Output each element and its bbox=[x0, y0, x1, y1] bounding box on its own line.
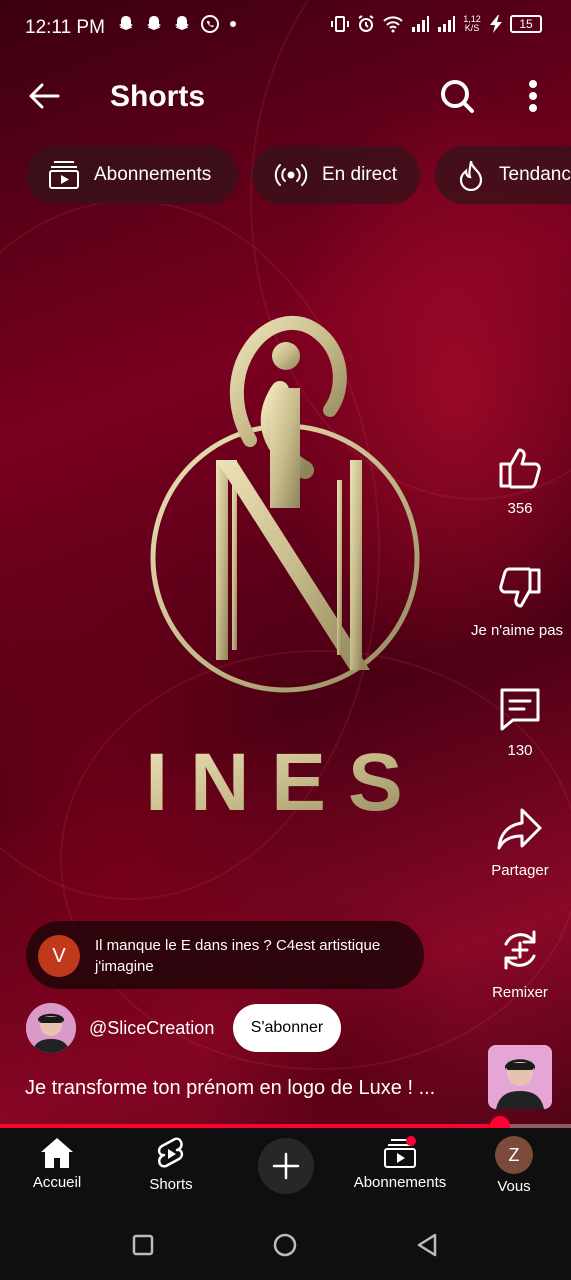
bottom-navigation: Accueil Shorts Abonnements Z Vous bbox=[0, 1128, 571, 1208]
share-icon bbox=[497, 808, 542, 850]
page-title: Shorts bbox=[110, 80, 206, 113]
share-button[interactable]: Partager bbox=[470, 806, 570, 879]
system-navigation-bar bbox=[0, 1208, 571, 1280]
channel-name[interactable]: @SliceCreation bbox=[89, 1018, 214, 1039]
chip-trending[interactable]: Tendances bbox=[435, 146, 571, 204]
nav-label: Accueil bbox=[32, 1174, 82, 1191]
chip-live[interactable]: En direct bbox=[252, 146, 420, 204]
dislike-label: Je n'aime pas bbox=[470, 622, 564, 639]
system-status-icons: 1,12 K/S 15 bbox=[330, 14, 542, 34]
chip-label: En direct bbox=[322, 164, 397, 185]
back-button[interactable] bbox=[26, 78, 66, 114]
video-title[interactable]: Je transforme ton prénom en logo de Luxe… bbox=[25, 1077, 435, 1100]
subscriptions-icon bbox=[384, 1136, 416, 1168]
commenter-initial: V bbox=[52, 944, 66, 967]
thumbs-down-icon bbox=[499, 567, 541, 608]
shorts-icon bbox=[157, 1137, 184, 1168]
comments-button[interactable]: 130 bbox=[470, 686, 570, 759]
live-icon bbox=[274, 164, 308, 186]
nav-label: Vous bbox=[497, 1178, 531, 1195]
comment-icon bbox=[500, 688, 540, 731]
sound-thumbnail[interactable] bbox=[488, 1045, 552, 1109]
search-icon bbox=[441, 80, 474, 113]
dot-icon bbox=[230, 21, 236, 27]
remix-icon bbox=[504, 930, 536, 970]
vibrate-icon bbox=[331, 16, 349, 32]
nav-home[interactable]: Accueil bbox=[0, 1128, 114, 1208]
person-avatar-image bbox=[488, 1045, 552, 1109]
more-vertical-icon bbox=[529, 80, 537, 112]
comment-preview[interactable]: V Il manque le E dans ines ? C4est artis… bbox=[26, 921, 424, 989]
wifi-icon bbox=[383, 16, 403, 33]
more-options-button[interactable] bbox=[516, 76, 550, 116]
alarm-icon bbox=[358, 15, 374, 32]
trending-icon bbox=[459, 160, 483, 191]
subscribe-button[interactable]: S'abonner bbox=[233, 1004, 341, 1052]
recent-apps-icon[interactable] bbox=[128, 1230, 158, 1260]
network-speed: 1,12 K/S bbox=[462, 15, 482, 33]
network-speed-unit: K/S bbox=[464, 23, 480, 33]
like-button[interactable]: 356 bbox=[470, 444, 570, 517]
thumbs-up-icon bbox=[499, 448, 541, 489]
logo-text: INES bbox=[145, 737, 424, 828]
create-button[interactable] bbox=[258, 1138, 314, 1194]
channel-avatar[interactable] bbox=[26, 1003, 76, 1053]
snapchat-icon bbox=[175, 16, 189, 30]
dislike-button[interactable]: Je n'aime pas bbox=[470, 566, 570, 639]
person-avatar-image bbox=[26, 1003, 76, 1053]
share-label: Partager bbox=[491, 862, 549, 879]
comment-text: Il manque le E dans ines ? C4est artisti… bbox=[95, 937, 381, 975]
like-count: 356 bbox=[507, 500, 533, 517]
status-time: 12:11 PM bbox=[25, 17, 105, 38]
user-avatar: Z bbox=[495, 1136, 533, 1174]
chip-label: Abonnements bbox=[94, 164, 212, 185]
comment-count: 130 bbox=[507, 742, 533, 759]
shorts-screen: 12:11 PM 1,12 K/S 15 Shorts Abonnements … bbox=[0, 0, 571, 1280]
whatsapp-icon bbox=[201, 15, 219, 33]
charging-icon bbox=[490, 15, 502, 33]
nav-label: Abonnements bbox=[353, 1174, 447, 1191]
video-logo-artwork: INES bbox=[140, 310, 430, 830]
nav-subscriptions[interactable]: Abonnements bbox=[342, 1128, 458, 1208]
battery-indicator: 15 bbox=[510, 15, 542, 33]
signal-icon bbox=[438, 16, 455, 32]
chip-subscriptions[interactable]: Abonnements bbox=[26, 146, 238, 204]
user-initial: Z bbox=[508, 1144, 520, 1165]
remix-button[interactable]: Remixer bbox=[470, 926, 570, 1001]
status-bar: 12:11 PM 1,12 K/S 15 bbox=[0, 0, 571, 58]
search-button[interactable] bbox=[437, 76, 477, 116]
plus-icon bbox=[272, 1152, 300, 1180]
nav-you[interactable]: Z Vous bbox=[457, 1128, 571, 1208]
notification-icons bbox=[116, 14, 238, 34]
snapchat-icon bbox=[147, 16, 161, 30]
home-circle-icon[interactable] bbox=[270, 1230, 300, 1260]
home-icon bbox=[41, 1138, 73, 1168]
chip-label: Tendances bbox=[499, 164, 571, 185]
snapchat-icon bbox=[119, 16, 133, 30]
battery-level: 15 bbox=[519, 17, 533, 31]
ines-monogram: INES bbox=[145, 316, 424, 828]
arrow-left-icon bbox=[29, 83, 60, 109]
subscriptions-icon bbox=[49, 161, 79, 189]
nav-shorts[interactable]: Shorts bbox=[114, 1128, 228, 1208]
remix-label: Remixer bbox=[492, 984, 548, 1001]
nav-label: Shorts bbox=[149, 1176, 193, 1193]
back-triangle-icon[interactable] bbox=[412, 1230, 442, 1260]
commenter-avatar: V bbox=[38, 935, 80, 977]
signal-icon bbox=[412, 16, 429, 32]
